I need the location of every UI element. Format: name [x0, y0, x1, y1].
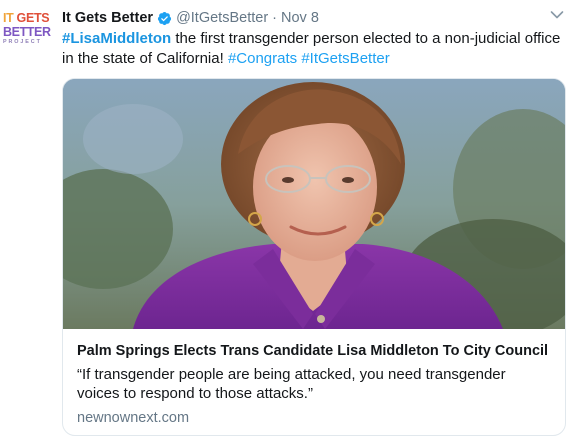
link-preview-card[interactable]: Palm Springs Elects Trans Candidate Lisa… [62, 78, 566, 436]
tweet-header: It Gets Better @ItGetsBetter · Nov 8 [62, 8, 319, 28]
hashtag-link[interactable]: #ItGetsBetter [301, 50, 389, 67]
tweet-text: #LisaMiddleton the first transgender per… [62, 29, 562, 69]
avatar-text-gets: GETS [16, 11, 50, 25]
portrait-illustration [63, 79, 565, 329]
avatar[interactable]: IT GETS BETTER PROJECT [3, 12, 51, 52]
tweet: IT GETS BETTER PROJECT It Gets Better @I… [0, 0, 574, 439]
user-handle[interactable]: @ItGetsBetter [176, 10, 268, 26]
card-domain: newnownext.com [77, 410, 190, 426]
separator-dot: · [272, 10, 277, 26]
avatar-text-project: PROJECT [3, 39, 42, 45]
card-photo [63, 79, 565, 329]
card-description: “If transgender people are being attacke… [77, 366, 506, 402]
avatar-line-1: IT GETS [3, 11, 50, 25]
avatar-text-better: BETTER [3, 24, 51, 39]
card-title: Palm Springs Elects Trans Candidate Lisa… [77, 343, 549, 359]
hashtag-link[interactable]: #LisaMiddleton [62, 30, 171, 47]
chevron-down-icon[interactable] [550, 10, 564, 20]
display-name[interactable]: It Gets Better [62, 10, 153, 26]
tweet-timestamp[interactable]: Nov 8 [281, 10, 319, 26]
card-body: Palm Springs Elects Trans Candidate Lisa… [63, 329, 565, 426]
hashtag-link[interactable]: #Congrats [228, 50, 297, 67]
verified-badge-icon [157, 11, 172, 25]
avatar-text-it: IT [3, 11, 14, 25]
